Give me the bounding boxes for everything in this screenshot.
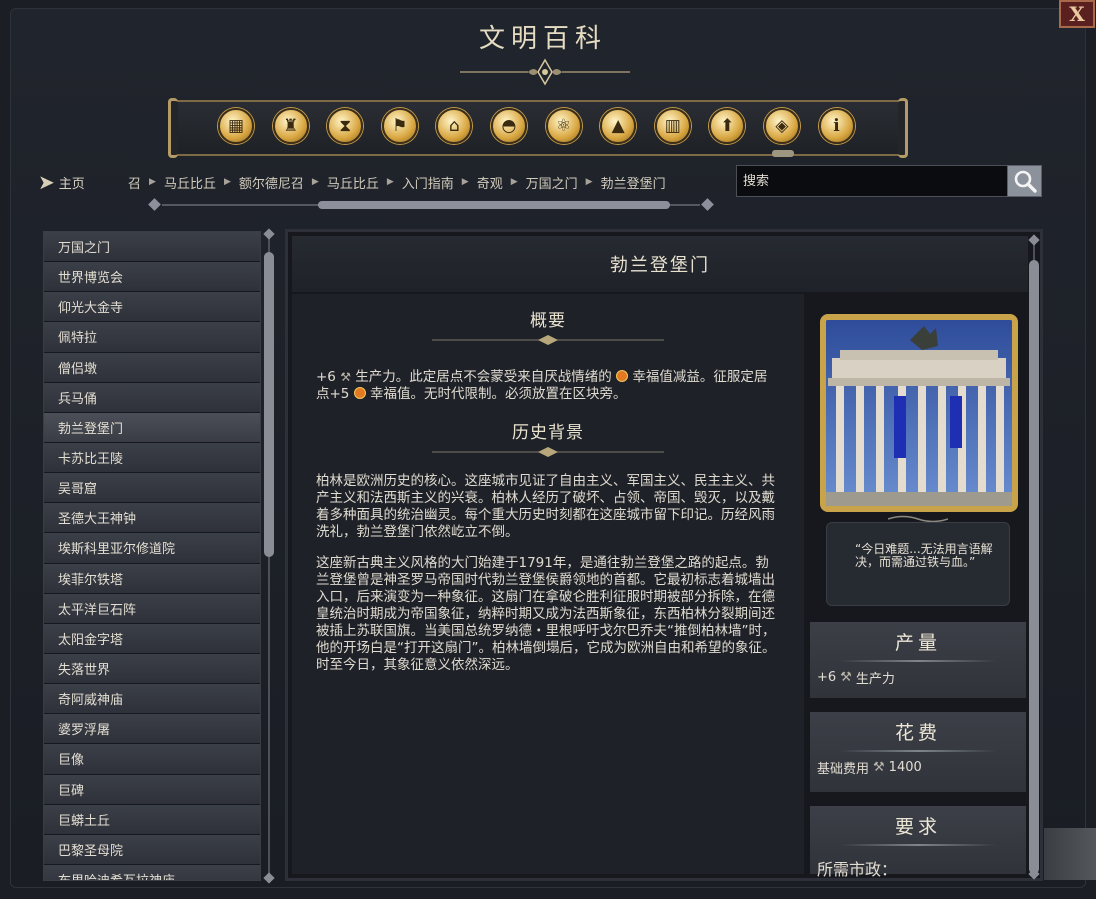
- list-item[interactable]: 失落世界: [44, 653, 260, 685]
- search-icon: [1014, 170, 1037, 193]
- production-icon: ⚒: [873, 760, 885, 775]
- breadcrumb-separator-icon: ▶: [510, 177, 518, 187]
- dome-icon[interactable]: ◓: [490, 108, 527, 144]
- breadcrumb-item[interactable]: 额尔德尼召: [239, 173, 304, 192]
- yield-label: 生产力: [855, 672, 895, 687]
- title-ornament: [460, 58, 630, 86]
- book-icon[interactable]: ◈: [763, 108, 800, 144]
- article-title: 勃兰登堡门: [292, 236, 1028, 292]
- list-item[interactable]: 勃兰登堡门: [44, 412, 260, 443]
- breadcrumb-item[interactable]: 马丘比丘: [327, 173, 379, 192]
- history-paragraph-2: 这座新古典主义风格的大门始建于1791年，是通往勃兰登堡之路的起点。勃兰登堡曾是…: [316, 555, 776, 673]
- breadcrumb-item[interactable]: 入门指南: [402, 173, 454, 192]
- goblet-icon[interactable]: ♜: [272, 108, 309, 144]
- breadcrumb-item[interactable]: 勃兰登堡门: [601, 173, 666, 192]
- home-label: 主页: [58, 176, 85, 192]
- yield-panel: 产量 +6 ⚒ 生产力: [810, 622, 1026, 698]
- breadcrumb-item[interactable]: 奇观: [477, 173, 503, 192]
- cost-heading: 花费: [894, 721, 941, 744]
- category-indicator: [772, 150, 794, 157]
- breadcrumb-separator-icon: ▶: [223, 177, 231, 187]
- breadcrumb-scrollbar[interactable]: [148, 198, 714, 211]
- list-item[interactable]: 埃菲尔铁塔: [44, 563, 260, 594]
- article-sidebar: “今日难题...无法用言语解决，而需通过铁与血。” 产量 +6 ⚒ 生产力 花费…: [808, 294, 1030, 879]
- quote-box: “今日难题...无法用言语解决，而需通过铁与血。”: [826, 522, 1010, 606]
- page-title: 文明百科: [478, 24, 607, 54]
- list-item[interactable]: 吴哥窟: [44, 473, 260, 504]
- list-item[interactable]: 巴黎圣母院: [44, 834, 260, 865]
- list-scroll-thumb[interactable]: [264, 252, 274, 557]
- breadcrumb: 召 ▶ 马丘比丘 ▶ 额尔德尼召 ▶ 马丘比丘 ▶ 入门指南 ▶ 奇观 ▶ 万国之门 ▶ 勃兰登堡门: [128, 172, 723, 192]
- cubes-icon[interactable]: ▦: [218, 108, 254, 144]
- amenity-icon: [616, 370, 629, 382]
- search-input[interactable]: [736, 165, 1008, 197]
- summary-divider: [432, 335, 664, 345]
- list-item[interactable]: 埃斯科里亚尔修道院: [44, 533, 260, 564]
- required-civic-label: 所需市政：: [817, 860, 898, 879]
- breadcrumb-separator-icon: ▶: [311, 177, 319, 187]
- hourglass-icon[interactable]: ⧗: [327, 108, 364, 144]
- temple-icon[interactable]: ⌂: [436, 108, 473, 144]
- list-item[interactable]: 巨碑: [44, 774, 260, 805]
- breadcrumb-separator-icon: ▶: [585, 177, 593, 187]
- summary-text: +6 ⚒ 生产力。此定居点不会蒙受来自厌战情绪的 幸福值减益。征服定居点+5 幸…: [316, 369, 768, 402]
- breadcrumb-item[interactable]: 召: [128, 173, 141, 192]
- category-bar: ▦ ♜ ⧗ ⚑ ⌂ ◓ ⚛ ▲ ▥ ⬆ ◈ ℹ: [168, 98, 908, 158]
- list-item[interactable]: 僧侣墩: [44, 352, 260, 383]
- mountain-icon[interactable]: ▲: [600, 108, 637, 144]
- article-scroll-thumb[interactable]: [1029, 260, 1039, 874]
- history-heading: 历史背景: [512, 423, 584, 443]
- search-button[interactable]: [1007, 165, 1042, 197]
- wonder-list: 万国之门 世界博览会 仰光大金寺 佩特拉 僧侣墩 兵马俑 勃兰登堡门 卡苏比王陵 吴哥窟 圣德大王…: [43, 231, 261, 881]
- list-item[interactable]: 巨蟒土丘: [44, 804, 260, 835]
- production-icon: ⚒: [340, 370, 351, 384]
- article-panel: 勃兰登堡门 概要 +6 ⚒ 生产力。此定居点不会蒙受来自厌战情绪的 幸福值减益。…: [285, 229, 1043, 881]
- back-arrow-icon: ➤: [38, 170, 55, 194]
- list-item[interactable]: 兵马俑: [44, 382, 260, 413]
- history-paragraph-1: 柏林是欧洲历史的核心。这座城市见证了自由主义、军国主义、民主主义、共产主义和法西…: [316, 473, 775, 540]
- history-divider: [432, 447, 664, 457]
- breadcrumb-scroll-thumb[interactable]: [318, 201, 670, 209]
- summary-heading: 概要: [530, 311, 566, 331]
- yield-heading: 产量: [894, 631, 941, 654]
- breadcrumb-item[interactable]: 马丘比丘: [164, 173, 216, 192]
- article-content: 概要 +6 ⚒ 生产力。此定居点不会蒙受来自厌战情绪的 幸福值减益。征服定居点+…: [292, 294, 804, 874]
- list-scrollbar[interactable]: [263, 228, 275, 884]
- cost-value: 1400: [888, 760, 922, 775]
- cost-label: 基础费用: [817, 762, 870, 777]
- article-scrollbar[interactable]: [1028, 234, 1040, 880]
- list-item[interactable]: 圣德大王神钟: [44, 503, 260, 534]
- list-item[interactable]: 卡苏比王陵: [44, 442, 260, 474]
- cost-panel: 花费 基础费用 ⚒ 1400: [810, 712, 1026, 792]
- breadcrumb-separator-icon: ▶: [149, 177, 156, 187]
- building-icon[interactable]: ▥: [654, 108, 691, 144]
- breadcrumb-separator-icon: ▶: [461, 177, 469, 187]
- list-item[interactable]: 仰光大金寺: [44, 292, 260, 323]
- up-arrow-icon[interactable]: ⬆: [709, 108, 746, 144]
- flag-icon[interactable]: ⚑: [381, 108, 418, 144]
- breadcrumb-separator-icon: ▶: [386, 177, 394, 187]
- info-icon[interactable]: ℹ: [818, 108, 855, 144]
- list-item[interactable]: 婆罗浮屠: [44, 714, 260, 745]
- list-item[interactable]: 巨像: [44, 744, 260, 775]
- list-item[interactable]: 太平洋巨石阵: [44, 593, 260, 624]
- list-item[interactable]: 万国之门: [44, 232, 260, 263]
- home-button[interactable]: ➤ 主页: [38, 170, 85, 194]
- list-item[interactable]: 佩特拉: [44, 322, 260, 353]
- gate-illustration: [826, 320, 1012, 506]
- amenity-icon: [353, 387, 366, 399]
- yield-value: +6: [817, 670, 837, 685]
- brandenburg-gate-portrait: [820, 314, 1018, 512]
- atom-icon[interactable]: ⚛: [545, 108, 582, 144]
- requirements-heading: 要求: [894, 815, 941, 838]
- list-item[interactable]: 世界博览会: [44, 262, 260, 293]
- breadcrumb-item[interactable]: 万国之门: [526, 173, 578, 192]
- list-item[interactable]: 太阳金字塔: [44, 623, 260, 654]
- production-icon: ⚒: [840, 670, 852, 685]
- list-item[interactable]: 布里哈迪希瓦拉神庙: [44, 864, 260, 880]
- corner-overlay: [1044, 828, 1096, 880]
- requirements-panel: 要求 所需市政：: [810, 806, 1026, 879]
- list-item[interactable]: 奇阿威神庙: [44, 684, 260, 715]
